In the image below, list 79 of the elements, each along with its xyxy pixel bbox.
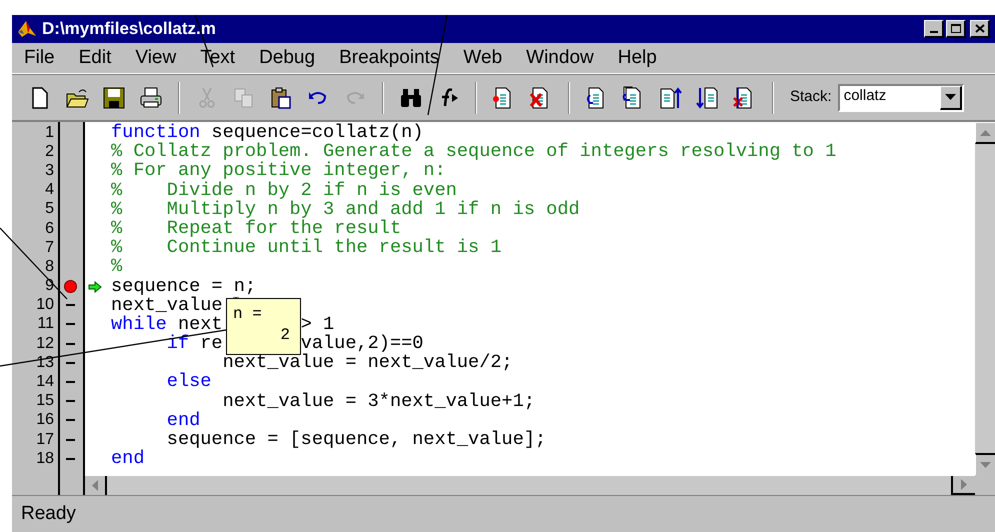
close-icon xyxy=(974,24,984,33)
line-number: 8 xyxy=(45,256,54,277)
dash-icon[interactable] xyxy=(66,362,75,364)
dash-icon[interactable] xyxy=(66,400,75,402)
scroll-right-button[interactable] xyxy=(951,476,975,495)
code-text: % Collatz problem. Generate a sequence of integers resolving to 1 xyxy=(111,142,836,162)
window-title: D:\mymfiles\collatz.m xyxy=(42,18,216,40)
code-text: % For any positive integer, n: xyxy=(111,161,446,181)
line-number: 6 xyxy=(45,218,54,239)
code-text: sequence = n; xyxy=(111,276,256,296)
up-arrow-icon xyxy=(980,130,991,136)
line-number: 4 xyxy=(45,180,54,200)
line-number: 18 xyxy=(36,448,54,469)
scroll-up-button[interactable] xyxy=(975,122,995,144)
menu-item[interactable]: Debug xyxy=(259,44,316,72)
close-button[interactable] xyxy=(970,20,990,38)
line-number: 1 xyxy=(45,122,54,143)
tooltip-variable: n = xyxy=(233,305,262,323)
code-text: > 1 xyxy=(300,314,334,334)
line-number: 10 xyxy=(36,295,54,316)
tooltip-value: 2 xyxy=(280,326,290,344)
step-out-page-icon xyxy=(659,86,683,110)
code-text: next_value = 3*next_value+1; xyxy=(222,392,536,411)
line-number: 3 xyxy=(45,160,54,181)
code-text: sequence = [sequence, next_value]; xyxy=(166,430,546,450)
clipboard-icon xyxy=(269,86,293,110)
line-number: 5 xyxy=(45,199,54,220)
printer-icon xyxy=(139,86,163,110)
code-text: end xyxy=(166,410,200,430)
code-text: value,2)==0 xyxy=(300,334,424,354)
menu-item[interactable]: Edit xyxy=(78,44,112,72)
horizontal-scrollbar[interactable] xyxy=(85,475,975,495)
dash-icon[interactable] xyxy=(66,458,75,460)
dash-icon[interactable] xyxy=(66,342,75,345)
right-arrow-icon xyxy=(961,479,967,490)
code-text: % Repeat for the result xyxy=(111,218,402,238)
down-arrow-page-icon xyxy=(696,86,720,110)
code-text: end xyxy=(111,449,144,468)
code-text: % Continue until the result is 1 xyxy=(111,238,502,258)
code-text: next_value = next_value/2; xyxy=(222,353,513,372)
dash-icon[interactable] xyxy=(66,304,75,306)
dash-icon[interactable] xyxy=(66,381,75,384)
scroll-down-button[interactable] xyxy=(975,453,995,476)
menu-item[interactable]: File xyxy=(24,44,55,72)
code-text: % Divide n by 2 if n is even xyxy=(111,180,457,200)
code-text: next_value xyxy=(111,296,223,315)
line-number: 16 xyxy=(36,410,54,430)
code-text: % Multiply n by 3 and add 1 if n is odd xyxy=(111,200,580,219)
code-text: % xyxy=(111,257,122,276)
vertical-scrollbar[interactable] xyxy=(975,122,995,476)
minimize-button[interactable] xyxy=(924,20,944,38)
dash-icon[interactable] xyxy=(66,438,75,441)
line-number: 11 xyxy=(37,314,54,334)
left-arrow-icon xyxy=(92,480,98,492)
menu-item[interactable]: Web xyxy=(463,44,502,72)
status-text: Ready xyxy=(21,502,76,526)
menu-item[interactable]: Breakpoints xyxy=(339,44,440,72)
code-editor[interactable] xyxy=(85,122,975,476)
maximize-button[interactable] xyxy=(946,20,966,38)
stack-dropdown[interactable]: collatz xyxy=(838,84,964,112)
code-text: while next xyxy=(111,314,223,334)
line-number: 2 xyxy=(45,142,54,162)
dash-icon[interactable] xyxy=(66,419,75,422)
code-text: function sequence=collatz(n) xyxy=(111,123,424,142)
dropdown-value: collatz xyxy=(842,86,888,102)
dash-icon[interactable] xyxy=(66,323,75,326)
stack-label: Stack: xyxy=(790,87,832,108)
menu-item[interactable]: View xyxy=(135,44,176,72)
line-number: 7 xyxy=(45,238,54,258)
line-number: 13 xyxy=(36,352,54,373)
menu-item[interactable]: Window xyxy=(526,44,594,72)
line-number: 15 xyxy=(36,391,54,412)
line-number: 14 xyxy=(36,372,54,392)
down-arrow-icon xyxy=(980,462,991,468)
menu-item[interactable]: Help xyxy=(618,44,657,72)
line-number: 12 xyxy=(36,334,54,354)
code-text: else xyxy=(166,372,212,392)
scroll-left-button[interactable] xyxy=(85,476,107,495)
line-number: 17 xyxy=(36,430,54,450)
